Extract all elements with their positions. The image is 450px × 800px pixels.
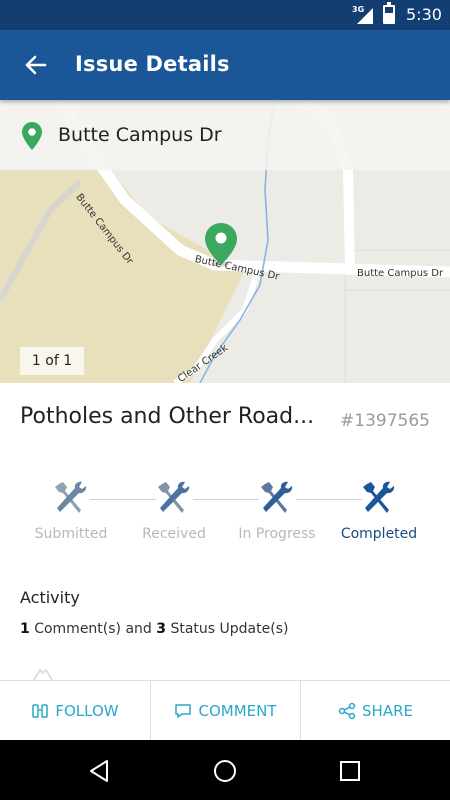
share-label: SHARE bbox=[362, 702, 413, 720]
wrench-screwdriver-icon bbox=[261, 481, 293, 513]
follow-button[interactable]: FOLLOW bbox=[0, 681, 150, 741]
wrench-screwdriver-icon bbox=[33, 668, 53, 680]
nav-back-icon[interactable] bbox=[87, 758, 113, 784]
step-label: Submitted bbox=[34, 526, 108, 542]
comment-count-label: Comment(s) and bbox=[34, 621, 152, 637]
arrow-back-icon[interactable] bbox=[20, 50, 50, 80]
page-title: Issue Details bbox=[75, 52, 230, 76]
status-bar: 3G 5:30 bbox=[0, 0, 450, 30]
wrench-screwdriver-icon bbox=[55, 481, 87, 513]
comment-button[interactable]: COMMENT bbox=[150, 681, 300, 741]
issue-id: #1397565 bbox=[340, 411, 430, 431]
system-nav-bar bbox=[0, 740, 450, 800]
step-label: Completed bbox=[340, 526, 418, 542]
wrench-screwdriver-icon bbox=[363, 481, 395, 513]
step-in-progress: In Progress bbox=[222, 478, 332, 542]
status-update-count: 3 bbox=[156, 621, 167, 637]
follow-label: FOLLOW bbox=[55, 702, 119, 720]
nav-recents-icon[interactable] bbox=[337, 758, 363, 784]
step-label: Received bbox=[142, 526, 206, 542]
share-icon bbox=[338, 702, 356, 720]
location-map[interactable]: Butte Campus Dr Butte Campus Dr Butte Ca… bbox=[0, 100, 450, 383]
binoculars-icon bbox=[32, 704, 49, 718]
status-progress: Submitted Received In Progress Completed bbox=[0, 478, 450, 548]
share-button[interactable]: SHARE bbox=[300, 681, 450, 741]
location-pin-icon bbox=[22, 122, 42, 150]
wrench-screwdriver-icon bbox=[158, 481, 190, 513]
clock: 5:30 bbox=[406, 5, 442, 24]
battery-icon bbox=[383, 2, 395, 24]
photo-pager: 1 of 1 bbox=[20, 347, 84, 375]
road-label: Butte Campus Dr bbox=[357, 268, 444, 279]
comment-icon bbox=[175, 704, 192, 718]
activity-heading: Activity bbox=[20, 588, 80, 607]
signal-icon bbox=[357, 8, 373, 24]
step-label: In Progress bbox=[238, 526, 316, 542]
issue-title: Potholes and Other Road... bbox=[20, 404, 315, 429]
step-completed: Completed bbox=[324, 478, 434, 542]
comment-label: COMMENT bbox=[198, 702, 277, 720]
nav-home-icon[interactable] bbox=[212, 758, 238, 784]
activity-summary[interactable]: 1 Comment(s) and 3 Status Update(s) bbox=[20, 621, 288, 637]
step-received: Received bbox=[119, 478, 229, 542]
issue-address: Butte Campus Dr bbox=[58, 124, 222, 146]
issue-map-marker-icon[interactable] bbox=[203, 221, 239, 267]
comment-count: 1 bbox=[20, 621, 30, 637]
status-update-label: Status Update(s) bbox=[170, 621, 289, 637]
app-bar: Issue Details bbox=[0, 30, 450, 100]
action-bar: FOLLOW COMMENT SHARE bbox=[0, 680, 450, 741]
address-bar: Butte Campus Dr bbox=[0, 100, 450, 170]
step-submitted: Submitted bbox=[16, 478, 126, 542]
